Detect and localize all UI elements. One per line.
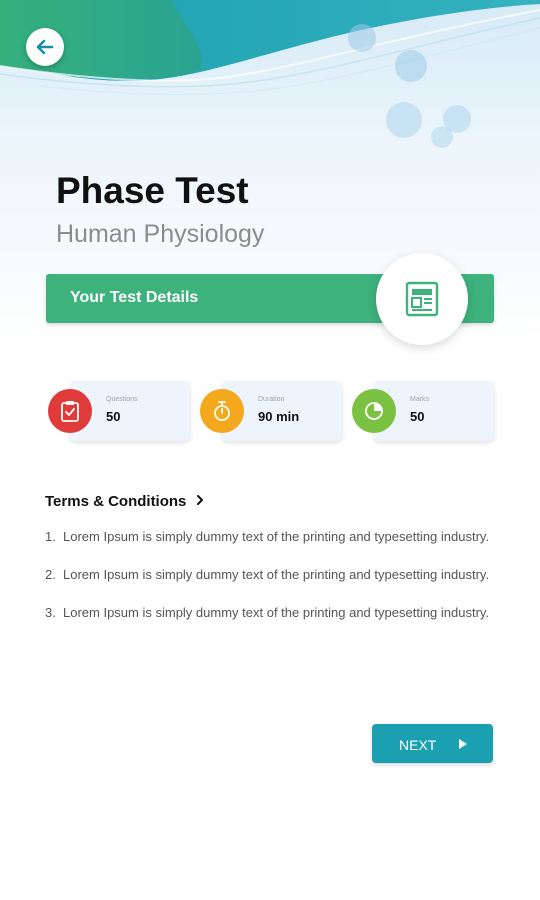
terms-list: 1. Lorem Ipsum is simply dummy text of t… xyxy=(45,529,505,643)
next-button[interactable]: NEXT xyxy=(372,724,493,763)
marks-stat: Marks 50 xyxy=(352,381,494,443)
terms-item-text: Lorem Ipsum is simply dummy text of the … xyxy=(63,605,490,620)
stat-icon-circle xyxy=(352,389,396,433)
page-subtitle: Human Physiology xyxy=(56,220,265,248)
clipboard-check-icon xyxy=(61,401,79,422)
chevron-right-icon xyxy=(196,495,203,505)
stat-value: 90 min xyxy=(258,409,300,424)
document-badge xyxy=(376,253,468,345)
duration-stat: Duration 90 min xyxy=(200,381,342,443)
document-icon xyxy=(405,281,439,317)
play-arrow-icon xyxy=(459,739,467,749)
header-waves xyxy=(0,0,540,148)
bubble xyxy=(386,102,422,138)
stat-icon-circle xyxy=(200,389,244,433)
stat-label: Duration xyxy=(258,396,285,403)
pie-chart-icon xyxy=(365,402,383,420)
page-title: Phase Test xyxy=(56,170,249,211)
bubble xyxy=(431,126,453,148)
back-button[interactable] xyxy=(26,28,64,66)
stopwatch-icon xyxy=(214,401,230,421)
terms-item: 1. Lorem Ipsum is simply dummy text of t… xyxy=(45,529,505,545)
stat-value: 50 xyxy=(106,409,121,424)
terms-item-number: 3. xyxy=(45,605,56,620)
terms-item-text: Lorem Ipsum is simply dummy text of the … xyxy=(63,567,490,582)
terms-item-text: Lorem Ipsum is simply dummy text of the … xyxy=(63,529,490,544)
terms-heading-label: Terms & Conditions xyxy=(45,493,187,510)
terms-item: 2. Lorem Ipsum is simply dummy text of t… xyxy=(45,567,505,583)
terms-item-number: 1. xyxy=(45,529,56,544)
terms-item-number: 2. xyxy=(45,567,56,582)
arrow-left-icon xyxy=(36,39,54,55)
terms-heading[interactable]: Terms & Conditions xyxy=(45,493,205,510)
stat-label: Marks xyxy=(410,396,430,403)
stat-label: Questions xyxy=(106,396,138,403)
stat-icon-circle xyxy=(48,389,92,433)
terms-item: 3. Lorem Ipsum is simply dummy text of t… xyxy=(45,605,505,621)
next-button-label: NEXT xyxy=(399,737,437,753)
test-details-label: Your Test Details xyxy=(70,289,199,306)
stat-value: 50 xyxy=(410,409,425,424)
bubble xyxy=(395,50,427,82)
bubble xyxy=(348,24,376,52)
questions-stat: Questions 50 xyxy=(48,381,190,443)
